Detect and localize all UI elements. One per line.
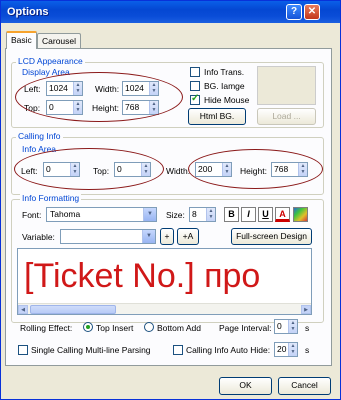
- spin-arrows-icon[interactable]: ▲ ▼: [222, 163, 231, 176]
- spin-arrows-icon[interactable]: ▲ ▼: [149, 82, 158, 95]
- help-button[interactable]: ?: [286, 4, 302, 20]
- spin-arrows-icon[interactable]: ▲ ▼: [206, 208, 215, 221]
- page-interval-unit: s: [305, 323, 310, 333]
- scroll-right-icon[interactable]: ▶: [301, 305, 311, 314]
- chevron-down-icon[interactable]: ▼: [142, 230, 155, 243]
- horizontal-scrollbar[interactable]: ◀ ▶: [18, 303, 311, 314]
- display-left-value: 1024: [49, 83, 68, 93]
- bottom-add-radio[interactable]: [144, 322, 154, 332]
- info-trans-checkbox[interactable]: [190, 67, 200, 77]
- top-insert-label: Top Insert: [96, 323, 134, 333]
- preview-editor[interactable]: [Ticket No.] про ◀ ▶: [17, 248, 312, 315]
- info-left-value: 0: [46, 164, 51, 174]
- scroll-thumb[interactable]: [30, 305, 116, 314]
- info-height-input[interactable]: 768 ▲ ▼: [271, 162, 308, 177]
- bg-image-checkbox[interactable]: [190, 81, 200, 91]
- display-width-label: Width:: [95, 84, 120, 94]
- auto-hide-unit: s: [305, 345, 310, 355]
- underline-button[interactable]: U: [258, 207, 273, 222]
- close-button[interactable]: ✕: [304, 4, 320, 20]
- spin-arrows-icon[interactable]: ▲ ▼: [73, 101, 82, 114]
- info-top-label: Top:: [93, 166, 110, 176]
- info-width-value: 200: [198, 164, 213, 174]
- info-formatting-label: Info Formatting: [20, 193, 82, 203]
- calling-info-label: Calling Info: [16, 131, 63, 141]
- add-button[interactable]: +: [160, 228, 174, 245]
- top-insert-radio[interactable]: [83, 322, 93, 332]
- title-bar[interactable]: Options ? ✕: [1, 1, 340, 23]
- info-width-label: Width:: [166, 166, 191, 176]
- spin-arrows-icon[interactable]: ▲ ▼: [73, 82, 82, 95]
- tab-carousel-label: Carousel: [42, 36, 77, 46]
- window-title: Options: [7, 6, 49, 18]
- display-left-input[interactable]: 1024 ▲ ▼: [46, 81, 83, 96]
- font-label: Font:: [22, 210, 42, 220]
- size-input[interactable]: 8 ▲ ▼: [189, 207, 216, 222]
- chevron-down-icon[interactable]: ▼: [143, 208, 156, 221]
- lcd-appearance-label: LCD Appearance: [16, 56, 85, 66]
- size-label: Size:: [166, 210, 185, 220]
- display-height-label: Height:: [92, 103, 119, 113]
- variable-select[interactable]: ▼: [60, 229, 156, 244]
- page-interval-value: 0: [277, 321, 282, 331]
- info-height-label: Height:: [240, 166, 267, 176]
- load-button[interactable]: Load ...: [257, 108, 316, 125]
- display-top-input[interactable]: 0 ▲ ▼: [46, 100, 83, 115]
- auto-hide-label: Calling Info Auto Hide:: [186, 345, 271, 355]
- tab-basic[interactable]: Basic: [6, 31, 37, 49]
- spin-arrows-icon[interactable]: ▲ ▼: [141, 163, 150, 176]
- info-width-input[interactable]: 200 ▲ ▼: [195, 162, 232, 177]
- variable-label: Variable:: [22, 232, 55, 242]
- display-left-label: Left:: [24, 84, 41, 94]
- auto-hide-value: 20: [277, 344, 287, 354]
- display-height-value: 768: [125, 102, 140, 112]
- info-left-input[interactable]: 0 ▲ ▼: [43, 162, 80, 177]
- spin-arrows-icon[interactable]: ▲ ▼: [298, 163, 307, 176]
- font-value: Tahoma: [50, 209, 81, 219]
- spin-arrows-icon[interactable]: ▲ ▼: [288, 343, 297, 356]
- scroll-left-icon[interactable]: ◀: [18, 305, 28, 314]
- tab-basic-label: Basic: [11, 35, 32, 45]
- display-top-value: 0: [49, 102, 54, 112]
- auto-hide-checkbox[interactable]: [173, 345, 183, 355]
- ok-button[interactable]: OK: [219, 377, 272, 395]
- cancel-button[interactable]: Cancel: [278, 377, 331, 395]
- size-value: 8: [192, 209, 197, 219]
- info-top-value: 0: [117, 164, 122, 174]
- page-interval-input[interactable]: 0 ▲ ▼: [274, 319, 298, 334]
- preview-text: [Ticket No.] про: [24, 257, 261, 295]
- display-top-label: Top:: [24, 103, 41, 113]
- spin-arrows-icon[interactable]: ▲ ▼: [149, 101, 158, 114]
- bottom-add-label: Bottom Add: [157, 323, 201, 333]
- font-select[interactable]: Tahoma ▼: [46, 207, 157, 222]
- page-interval-label: Page Interval:: [219, 323, 272, 333]
- html-bg-button[interactable]: Html BG.: [188, 108, 246, 125]
- color-palette-icon[interactable]: [293, 207, 308, 222]
- single-calling-checkbox[interactable]: [18, 345, 28, 355]
- info-height-value: 768: [274, 164, 289, 174]
- font-color-button[interactable]: A: [275, 207, 290, 222]
- fullscreen-design-button[interactable]: Full-screen Design: [231, 228, 312, 245]
- bold-button[interactable]: B: [224, 207, 239, 222]
- italic-button[interactable]: I: [241, 207, 256, 222]
- auto-hide-input[interactable]: 20 ▲ ▼: [274, 342, 298, 357]
- display-width-input[interactable]: 1024 ▲ ▼: [122, 81, 159, 96]
- hide-mouse-label: Hide Mouse: [204, 95, 250, 105]
- display-width-value: 1024: [125, 83, 144, 93]
- single-calling-label: Single Calling Multi-line Parsing: [31, 345, 151, 355]
- display-area-label: Display Area: [22, 67, 70, 77]
- bg-preview: [257, 66, 316, 105]
- spin-arrows-icon[interactable]: ▲ ▼: [288, 320, 297, 333]
- spin-arrows-icon[interactable]: ▲ ▼: [70, 163, 79, 176]
- info-top-input[interactable]: 0 ▲ ▼: [114, 162, 151, 177]
- bg-image-label: BG. Iamge: [204, 81, 245, 91]
- add-a-button[interactable]: +A: [177, 228, 199, 245]
- rolling-effect-label: Rolling Effect:: [20, 323, 73, 333]
- hide-mouse-checkbox[interactable]: [190, 93, 200, 105]
- info-left-label: Left:: [21, 166, 38, 176]
- display-height-input[interactable]: 768 ▲ ▼: [122, 100, 159, 115]
- tab-carousel[interactable]: Carousel: [37, 33, 82, 48]
- info-area-label: Info Area: [22, 144, 57, 154]
- info-trans-label: Info Trans.: [204, 67, 245, 77]
